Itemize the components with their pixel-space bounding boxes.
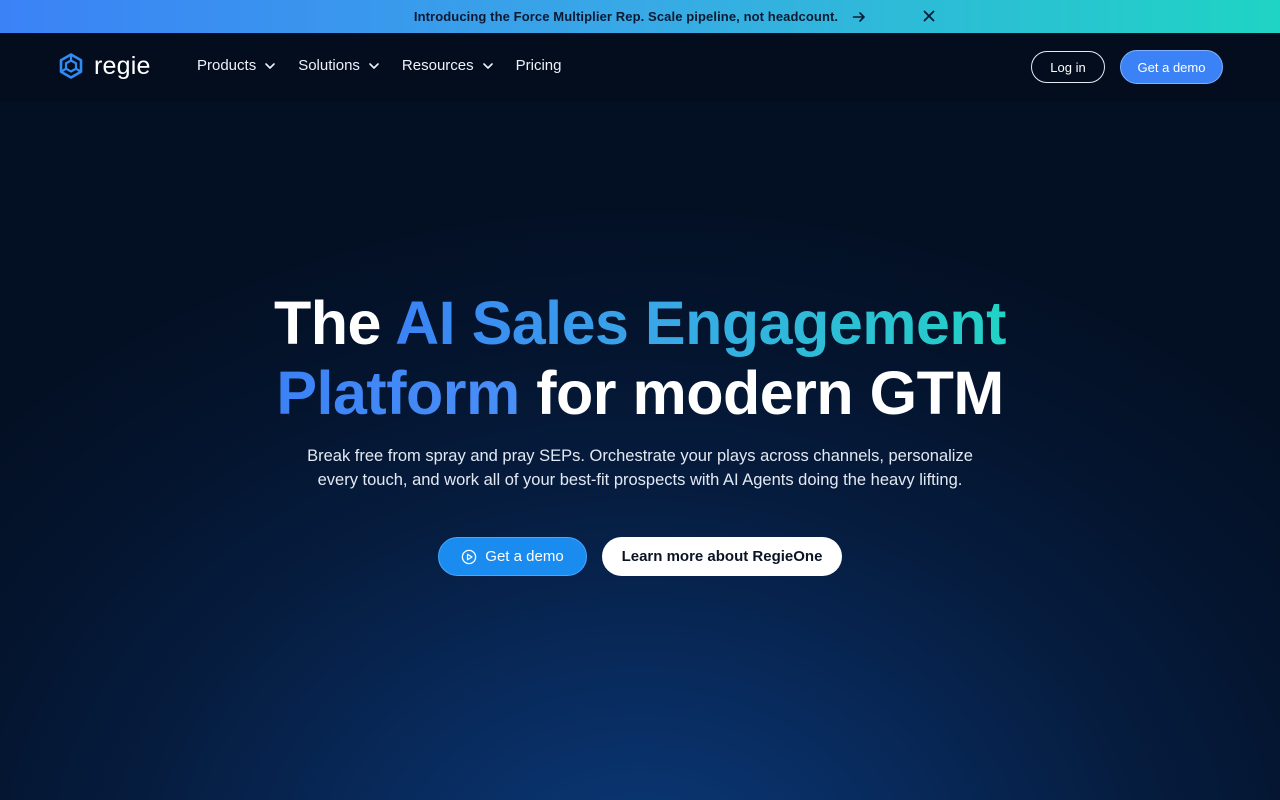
headline-text: for modern GTM xyxy=(519,359,1004,427)
headline-highlight: AI Sales Engagement xyxy=(395,289,1006,357)
login-button[interactable]: Log in xyxy=(1031,51,1105,83)
chevron-down-icon xyxy=(368,60,380,72)
menu-item-label: Products xyxy=(197,57,257,74)
chevron-down-icon xyxy=(264,60,276,72)
top-navigation: regie Products Solutions Resources Prici… xyxy=(0,33,1280,101)
hero-headline: The AI Sales Engagement Platform for mode… xyxy=(0,288,1280,428)
menu-item-label: Resources xyxy=(401,57,474,74)
play-circle-icon xyxy=(461,549,477,565)
menu-item-resources[interactable]: Resources xyxy=(402,57,494,74)
menu-item-products[interactable]: Products xyxy=(197,57,276,74)
menu-item-pricing[interactable]: Pricing xyxy=(516,57,562,74)
hero-subtitle: Break free from spray and pray SEPs. Orc… xyxy=(307,447,973,489)
menu-item-solutions[interactable]: Solutions xyxy=(298,57,380,74)
hero-section: The AI Sales Engagement Platform for mode… xyxy=(0,288,1280,428)
regie-logo-icon xyxy=(58,53,84,79)
arrow-right-icon[interactable] xyxy=(852,10,866,24)
main-menu: Products Solutions Resources Pricing xyxy=(197,57,583,74)
headline-highlight: Platform xyxy=(276,359,520,427)
announcement-bar[interactable]: Introducing the Force Multiplier Rep. Sc… xyxy=(0,0,1280,33)
nav-get-demo-button[interactable]: Get a demo xyxy=(1120,50,1223,84)
hero-get-demo-button[interactable]: Get a demo xyxy=(438,537,587,576)
button-label: Get a demo xyxy=(485,548,564,565)
menu-item-label: Pricing xyxy=(515,57,562,74)
announcement-text[interactable]: Introducing the Force Multiplier Rep. Sc… xyxy=(414,9,838,24)
learn-more-button[interactable]: Learn more about RegieOne xyxy=(602,537,842,576)
chevron-down-icon xyxy=(482,60,494,72)
headline-text: The xyxy=(273,289,396,357)
logo-text: regie xyxy=(94,52,151,80)
menu-item-label: Solutions xyxy=(298,57,360,74)
close-icon[interactable] xyxy=(922,9,936,23)
logo[interactable]: regie xyxy=(58,53,151,79)
